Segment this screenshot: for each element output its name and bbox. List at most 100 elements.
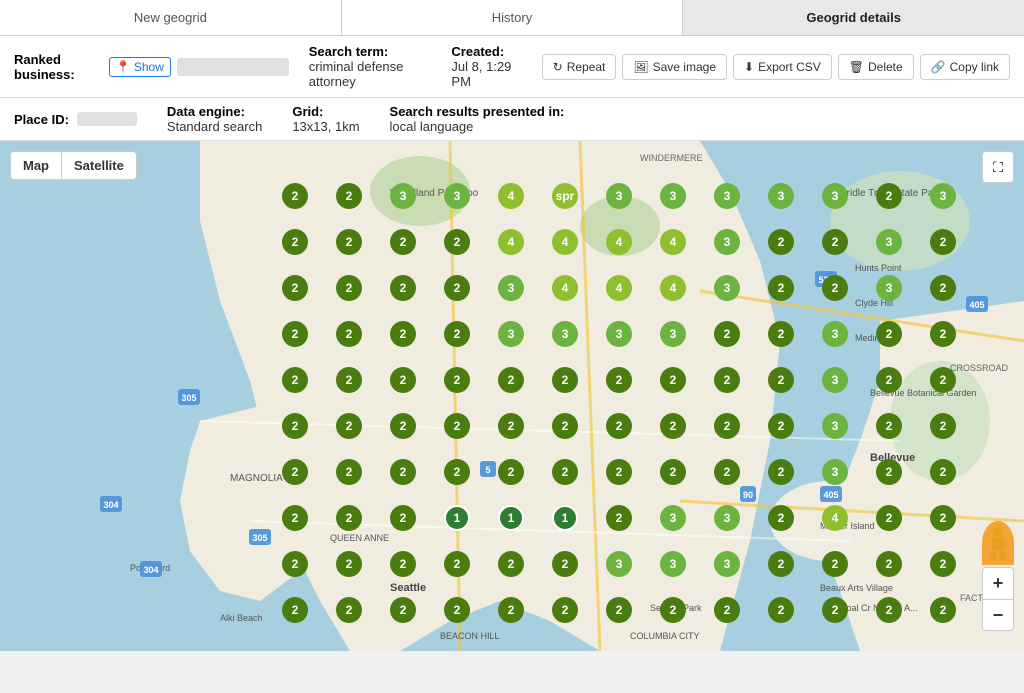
grid-dot[interactable]: 2 [714, 321, 740, 347]
grid-dot[interactable]: 2 [390, 321, 416, 347]
grid-dot[interactable]: 2 [336, 183, 362, 209]
grid-dot[interactable]: 2 [714, 413, 740, 439]
grid-dot[interactable]: 4 [552, 275, 578, 301]
grid-dot[interactable]: 3 [660, 505, 686, 531]
grid-dot[interactable]: 2 [390, 413, 416, 439]
grid-dot[interactable]: 2 [714, 459, 740, 485]
show-button[interactable]: 📍 Show [109, 57, 171, 77]
grid-dot[interactable]: 2 [282, 597, 308, 623]
grid-dot[interactable]: 2 [714, 597, 740, 623]
grid-dot[interactable]: 2 [768, 321, 794, 347]
grid-dot[interactable]: 2 [444, 459, 470, 485]
grid-dot[interactable]: 3 [660, 551, 686, 577]
tab-geogrid-details[interactable]: Geogrid details [683, 0, 1024, 35]
grid-dot[interactable]: 3 [876, 229, 902, 255]
grid-dot[interactable]: 2 [606, 459, 632, 485]
grid-dot[interactable]: 3 [390, 183, 416, 209]
grid-dot[interactable]: 2 [498, 459, 524, 485]
grid-dot[interactable]: 2 [822, 597, 848, 623]
grid-dot[interactable]: 3 [552, 321, 578, 347]
grid-dot[interactable]: 3 [660, 321, 686, 347]
grid-dot[interactable]: 2 [282, 275, 308, 301]
satellite-button[interactable]: Satellite [61, 152, 136, 179]
grid-dot[interactable]: 2 [660, 597, 686, 623]
grid-dot[interactable]: 2 [498, 597, 524, 623]
grid-dot[interactable]: 2 [282, 505, 308, 531]
grid-dot[interactable]: 3 [822, 413, 848, 439]
grid-dot[interactable]: 3 [714, 183, 740, 209]
grid-dot[interactable]: 2 [336, 597, 362, 623]
grid-dot[interactable]: 4 [606, 229, 632, 255]
grid-dot[interactable]: 1 [444, 505, 470, 531]
grid-dot[interactable]: 2 [876, 597, 902, 623]
grid-dot[interactable]: 2 [876, 459, 902, 485]
grid-dot[interactable]: 4 [498, 229, 524, 255]
grid-dot[interactable]: 3 [444, 183, 470, 209]
grid-dot[interactable]: 2 [876, 551, 902, 577]
grid-dot[interactable]: 2 [768, 459, 794, 485]
grid-dot[interactable]: 3 [930, 183, 956, 209]
grid-dot[interactable]: 3 [714, 505, 740, 531]
grid-dot[interactable]: 2 [282, 459, 308, 485]
grid-dot[interactable]: 3 [606, 551, 632, 577]
grid-dot[interactable]: 2 [768, 229, 794, 255]
grid-dot[interactable]: 2 [390, 551, 416, 577]
grid-dot[interactable]: 2 [552, 459, 578, 485]
grid-dot[interactable]: 2 [552, 367, 578, 393]
grid-dot[interactable]: 2 [498, 367, 524, 393]
grid-dot[interactable]: 3 [768, 183, 794, 209]
grid-dot[interactable]: 2 [282, 229, 308, 255]
grid-dot[interactable]: 2 [930, 597, 956, 623]
grid-dot[interactable]: 2 [282, 551, 308, 577]
grid-dot[interactable]: 2 [336, 413, 362, 439]
grid-dot[interactable]: 2 [444, 413, 470, 439]
grid-dot[interactable]: spr [552, 183, 578, 209]
grid-dot[interactable]: 2 [336, 229, 362, 255]
grid-dot[interactable]: 4 [660, 229, 686, 255]
grid-dot[interactable]: 4 [498, 183, 524, 209]
grid-dot[interactable]: 3 [822, 367, 848, 393]
tab-new-geogrid[interactable]: New geogrid [0, 0, 342, 35]
grid-dot[interactable]: 2 [336, 551, 362, 577]
grid-dot[interactable]: 2 [282, 183, 308, 209]
grid-dot[interactable]: 2 [390, 229, 416, 255]
grid-dot[interactable]: 2 [660, 367, 686, 393]
grid-dot[interactable]: 2 [930, 321, 956, 347]
grid-dot[interactable]: 2 [606, 413, 632, 439]
grid-dot[interactable]: 2 [444, 321, 470, 347]
grid-dot[interactable]: 2 [876, 321, 902, 347]
grid-dot[interactable]: 3 [822, 459, 848, 485]
grid-dot[interactable]: 1 [552, 505, 578, 531]
grid-dot[interactable]: 2 [930, 229, 956, 255]
grid-dot[interactable]: 4 [552, 229, 578, 255]
grid-dot[interactable]: 2 [768, 505, 794, 531]
grid-dot[interactable]: 2 [822, 229, 848, 255]
grid-dot[interactable]: 2 [390, 459, 416, 485]
copy-link-button[interactable]: 🔗 Copy link [920, 54, 1010, 80]
grid-dot[interactable]: 2 [930, 459, 956, 485]
fullscreen-button[interactable]: ⛶ [982, 151, 1014, 183]
grid-dot[interactable]: 3 [660, 183, 686, 209]
grid-dot[interactable]: 3 [714, 275, 740, 301]
grid-dot[interactable]: 4 [660, 275, 686, 301]
zoom-in-button[interactable]: + [982, 567, 1014, 599]
grid-dot[interactable]: 2 [336, 367, 362, 393]
grid-dot[interactable]: 2 [390, 275, 416, 301]
grid-dot[interactable]: 1 [498, 505, 524, 531]
grid-dot[interactable]: 2 [390, 505, 416, 531]
grid-dot[interactable]: 3 [498, 275, 524, 301]
grid-dot[interactable]: 3 [822, 321, 848, 347]
grid-dot[interactable]: 2 [714, 367, 740, 393]
tab-history[interactable]: History [342, 0, 684, 35]
streetview-person[interactable] [982, 521, 1014, 565]
grid-dot[interactable]: 4 [822, 505, 848, 531]
grid-dot[interactable]: 2 [930, 505, 956, 531]
grid-dot[interactable]: 2 [930, 367, 956, 393]
grid-dot[interactable]: 2 [282, 321, 308, 347]
grid-dot[interactable]: 2 [498, 413, 524, 439]
grid-dot[interactable]: 3 [606, 183, 632, 209]
grid-dot[interactable]: 2 [552, 597, 578, 623]
grid-dot[interactable]: 2 [660, 459, 686, 485]
grid-dot[interactable]: 3 [714, 229, 740, 255]
grid-dot[interactable]: 2 [336, 505, 362, 531]
